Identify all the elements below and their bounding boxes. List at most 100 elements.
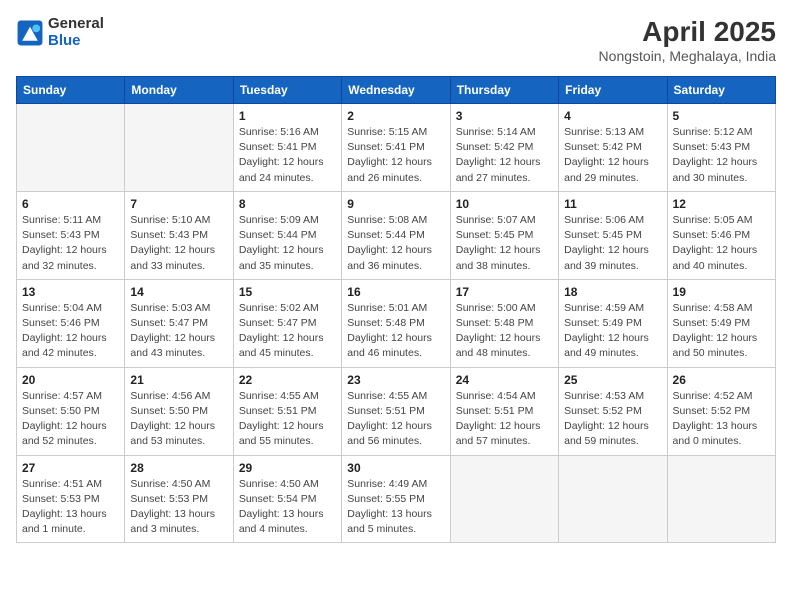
day-number: 27 bbox=[22, 461, 119, 475]
calendar-cell: 13 Sunrise: 5:04 AM Sunset: 5:46 PM Dayli… bbox=[17, 279, 125, 367]
day-info: Sunrise: 5:03 AM Sunset: 5:47 PM Dayligh… bbox=[130, 301, 227, 362]
day-info: Sunrise: 5:08 AM Sunset: 5:44 PM Dayligh… bbox=[347, 213, 444, 274]
calendar-cell: 11Sunrise: 5:06 AM Sunset: 5:45 PM Dayli… bbox=[559, 191, 667, 279]
day-info: Sunrise: 5:15 AM Sunset: 5:41 PM Dayligh… bbox=[347, 125, 444, 186]
weekday-header-friday: Friday bbox=[559, 77, 667, 104]
day-info: Sunrise: 5:10 AM Sunset: 5:43 PM Dayligh… bbox=[130, 213, 227, 274]
day-info: Sunrise: 4:59 AM Sunset: 5:49 PM Dayligh… bbox=[564, 301, 661, 362]
calendar-week-row: 6 Sunrise: 5:11 AM Sunset: 5:43 PM Daylig… bbox=[17, 191, 776, 279]
day-info: Sunrise: 4:52 AM Sunset: 5:52 PM Dayligh… bbox=[673, 389, 770, 450]
calendar-cell: 29 Sunrise: 4:50 AM Sunset: 5:54 PM Dayli… bbox=[233, 455, 341, 543]
weekday-header-monday: Monday bbox=[125, 77, 233, 104]
page-header: General Blue April 2025 Nongstoin, Megha… bbox=[16, 16, 776, 64]
day-number: 29 bbox=[239, 461, 336, 475]
day-info: Sunrise: 4:51 AM Sunset: 5:53 PM Dayligh… bbox=[22, 477, 119, 538]
day-info: Sunrise: 5:00 AM Sunset: 5:48 PM Dayligh… bbox=[456, 301, 553, 362]
calendar-cell: 19Sunrise: 4:58 AM Sunset: 5:49 PM Dayli… bbox=[667, 279, 775, 367]
day-info: Sunrise: 4:57 AM Sunset: 5:50 PM Dayligh… bbox=[22, 389, 119, 450]
calendar-cell: 4 Sunrise: 5:13 AM Sunset: 5:42 PM Daylig… bbox=[559, 104, 667, 192]
calendar-cell: 1Sunrise: 5:16 AM Sunset: 5:41 PM Daylig… bbox=[233, 104, 341, 192]
day-info: Sunrise: 4:50 AM Sunset: 5:53 PM Dayligh… bbox=[130, 477, 227, 538]
calendar-cell: 22 Sunrise: 4:55 AM Sunset: 5:51 PM Dayli… bbox=[233, 367, 341, 455]
weekday-header-saturday: Saturday bbox=[667, 77, 775, 104]
day-info: Sunrise: 5:09 AM Sunset: 5:44 PM Dayligh… bbox=[239, 213, 336, 274]
day-number: 7 bbox=[130, 197, 227, 211]
calendar-cell: 9 Sunrise: 5:08 AM Sunset: 5:44 PM Daylig… bbox=[342, 191, 450, 279]
weekday-header-wednesday: Wednesday bbox=[342, 77, 450, 104]
calendar-week-row: 27 Sunrise: 4:51 AM Sunset: 5:53 PM Dayli… bbox=[17, 455, 776, 543]
calendar-cell: 23Sunrise: 4:55 AM Sunset: 5:51 PM Dayli… bbox=[342, 367, 450, 455]
day-number: 17 bbox=[456, 285, 553, 299]
weekday-row: SundayMondayTuesdayWednesdayThursdayFrid… bbox=[17, 77, 776, 104]
calendar-cell: 10Sunrise: 5:07 AM Sunset: 5:45 PM Dayli… bbox=[450, 191, 558, 279]
calendar-cell: 7 Sunrise: 5:10 AM Sunset: 5:43 PM Daylig… bbox=[125, 191, 233, 279]
calendar-cell: 3 Sunrise: 5:14 AM Sunset: 5:42 PM Daylig… bbox=[450, 104, 558, 192]
calendar-table: SundayMondayTuesdayWednesdayThursdayFrid… bbox=[16, 76, 776, 543]
day-info: Sunrise: 5:14 AM Sunset: 5:42 PM Dayligh… bbox=[456, 125, 553, 186]
day-number: 13 bbox=[22, 285, 119, 299]
calendar-cell: 27 Sunrise: 4:51 AM Sunset: 5:53 PM Dayli… bbox=[17, 455, 125, 543]
day-info: Sunrise: 5:04 AM Sunset: 5:46 PM Dayligh… bbox=[22, 301, 119, 362]
day-number: 16 bbox=[347, 285, 444, 299]
day-number: 3 bbox=[456, 109, 553, 123]
day-info: Sunrise: 5:05 AM Sunset: 5:46 PM Dayligh… bbox=[673, 213, 770, 274]
calendar-cell: 16Sunrise: 5:01 AM Sunset: 5:48 PM Dayli… bbox=[342, 279, 450, 367]
day-number: 22 bbox=[239, 373, 336, 387]
day-number: 20 bbox=[22, 373, 119, 387]
calendar-body: 1Sunrise: 5:16 AM Sunset: 5:41 PM Daylig… bbox=[17, 104, 776, 543]
calendar-cell bbox=[17, 104, 125, 192]
calendar-cell: 26 Sunrise: 4:52 AM Sunset: 5:52 PM Dayli… bbox=[667, 367, 775, 455]
day-number: 15 bbox=[239, 285, 336, 299]
calendar-cell bbox=[125, 104, 233, 192]
calendar-week-row: 1Sunrise: 5:16 AM Sunset: 5:41 PM Daylig… bbox=[17, 104, 776, 192]
day-number: 5 bbox=[673, 109, 770, 123]
day-info: Sunrise: 5:12 AM Sunset: 5:43 PM Dayligh… bbox=[673, 125, 770, 186]
day-info: Sunrise: 4:53 AM Sunset: 5:52 PM Dayligh… bbox=[564, 389, 661, 450]
day-info: Sunrise: 4:56 AM Sunset: 5:50 PM Dayligh… bbox=[130, 389, 227, 450]
calendar-week-row: 20 Sunrise: 4:57 AM Sunset: 5:50 PM Dayli… bbox=[17, 367, 776, 455]
day-number: 9 bbox=[347, 197, 444, 211]
month-year-title: April 2025 bbox=[599, 16, 776, 48]
day-info: Sunrise: 5:06 AM Sunset: 5:45 PM Dayligh… bbox=[564, 213, 661, 274]
calendar-cell: 5 Sunrise: 5:12 AM Sunset: 5:43 PM Daylig… bbox=[667, 104, 775, 192]
day-number: 19 bbox=[673, 285, 770, 299]
calendar-cell: 18Sunrise: 4:59 AM Sunset: 5:49 PM Dayli… bbox=[559, 279, 667, 367]
day-number: 4 bbox=[564, 109, 661, 123]
day-number: 14 bbox=[130, 285, 227, 299]
day-number: 6 bbox=[22, 197, 119, 211]
day-number: 2 bbox=[347, 109, 444, 123]
day-number: 21 bbox=[130, 373, 227, 387]
calendar-cell bbox=[559, 455, 667, 543]
calendar-cell: 2 Sunrise: 5:15 AM Sunset: 5:41 PM Daylig… bbox=[342, 104, 450, 192]
day-info: Sunrise: 5:11 AM Sunset: 5:43 PM Dayligh… bbox=[22, 213, 119, 274]
day-number: 12 bbox=[673, 197, 770, 211]
calendar-cell: 8 Sunrise: 5:09 AM Sunset: 5:44 PM Daylig… bbox=[233, 191, 341, 279]
day-number: 30 bbox=[347, 461, 444, 475]
calendar-cell: 6 Sunrise: 5:11 AM Sunset: 5:43 PM Daylig… bbox=[17, 191, 125, 279]
calendar-cell: 17 Sunrise: 5:00 AM Sunset: 5:48 PM Dayli… bbox=[450, 279, 558, 367]
day-info: Sunrise: 5:07 AM Sunset: 5:45 PM Dayligh… bbox=[456, 213, 553, 274]
calendar-cell: 20 Sunrise: 4:57 AM Sunset: 5:50 PM Dayli… bbox=[17, 367, 125, 455]
calendar-cell bbox=[450, 455, 558, 543]
weekday-header-thursday: Thursday bbox=[450, 77, 558, 104]
calendar-cell: 21 Sunrise: 4:56 AM Sunset: 5:50 PM Dayli… bbox=[125, 367, 233, 455]
day-number: 26 bbox=[673, 373, 770, 387]
day-number: 8 bbox=[239, 197, 336, 211]
location-subtitle: Nongstoin, Meghalaya, India bbox=[599, 48, 776, 64]
day-info: Sunrise: 5:02 AM Sunset: 5:47 PM Dayligh… bbox=[239, 301, 336, 362]
calendar-cell: 12 Sunrise: 5:05 AM Sunset: 5:46 PM Dayli… bbox=[667, 191, 775, 279]
day-info: Sunrise: 4:50 AM Sunset: 5:54 PM Dayligh… bbox=[239, 477, 336, 538]
calendar-week-row: 13 Sunrise: 5:04 AM Sunset: 5:46 PM Dayli… bbox=[17, 279, 776, 367]
logo-general-text: General bbox=[48, 16, 104, 33]
calendar-cell: 25 Sunrise: 4:53 AM Sunset: 5:52 PM Dayli… bbox=[559, 367, 667, 455]
day-number: 25 bbox=[564, 373, 661, 387]
day-info: Sunrise: 4:49 AM Sunset: 5:55 PM Dayligh… bbox=[347, 477, 444, 538]
day-info: Sunrise: 4:55 AM Sunset: 5:51 PM Dayligh… bbox=[347, 389, 444, 450]
calendar-header: SundayMondayTuesdayWednesdayThursdayFrid… bbox=[17, 77, 776, 104]
logo-text: General Blue bbox=[48, 16, 104, 49]
day-info: Sunrise: 4:54 AM Sunset: 5:51 PM Dayligh… bbox=[456, 389, 553, 450]
day-info: Sunrise: 4:55 AM Sunset: 5:51 PM Dayligh… bbox=[239, 389, 336, 450]
day-number: 24 bbox=[456, 373, 553, 387]
logo-blue-text: Blue bbox=[48, 33, 104, 50]
day-info: Sunrise: 5:13 AM Sunset: 5:42 PM Dayligh… bbox=[564, 125, 661, 186]
